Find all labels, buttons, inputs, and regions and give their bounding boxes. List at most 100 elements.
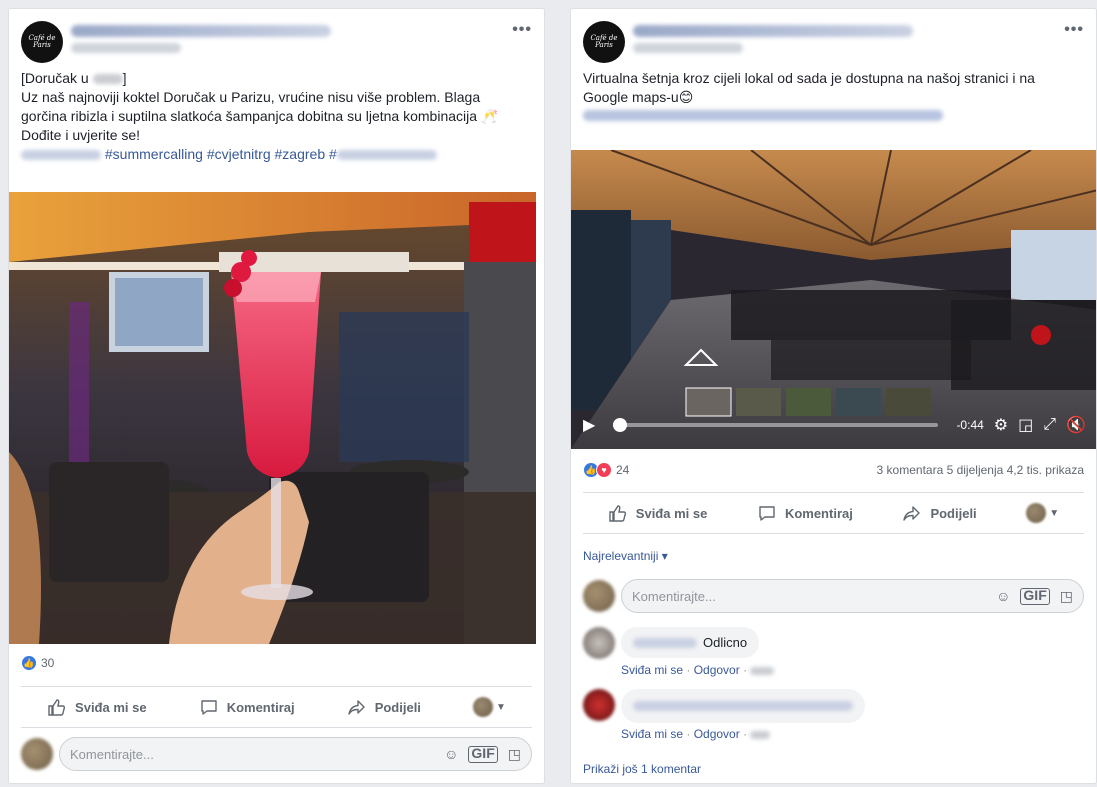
comment-text: Odlicno: [703, 635, 748, 650]
comment-placeholder: Komentirajte...: [70, 746, 154, 762]
post-date-blurred[interactable]: [71, 43, 181, 53]
mute-icon[interactable]: 🔇: [1066, 415, 1086, 435]
like-button[interactable]: Sviđa mi se: [608, 503, 708, 523]
comment-composer: Komentirajte... ☺ GIF ◳: [9, 737, 544, 771]
share-label: Podijeli: [930, 505, 977, 521]
post-text-line1: Virtualna šetnja kroz cijeli lokal od sa…: [583, 70, 1035, 86]
post-date-blurred[interactable]: [633, 43, 743, 53]
post-text-line1-end: ]: [122, 70, 127, 86]
comment-time-blurred: [750, 666, 775, 675]
sticker-icon[interactable]: ◳: [1060, 588, 1073, 605]
avatar: [21, 738, 53, 770]
settings-icon[interactable]: ⚙: [994, 415, 1008, 435]
chevron-down-icon: ▼: [1049, 507, 1060, 519]
page-name-blurred[interactable]: [633, 25, 913, 37]
reactions-summary[interactable]: 👍 ♥ 24: [583, 462, 629, 478]
comment-reply-link[interactable]: Odgovor: [694, 727, 740, 741]
more-options-icon[interactable]: •••: [512, 21, 532, 39]
post-text-line2: Google maps-u😊: [583, 89, 694, 105]
post-text-line4: Dođite i uvjerite se!: [21, 127, 141, 143]
comment-input[interactable]: Komentirajte... ☺ GIF ◳: [59, 737, 532, 771]
audience-selector[interactable]: ▼: [1026, 503, 1059, 523]
like-label: Sviđa mi se: [75, 699, 147, 715]
like-icon: [609, 505, 626, 522]
like-icon: [48, 699, 66, 716]
comment-time-blurred: [750, 730, 771, 739]
page-avatar[interactable]: Café de Paris: [583, 21, 625, 63]
comment-item: Sviđa mi se · Odgovor ·: [571, 689, 1096, 741]
video-scrubber[interactable]: [612, 418, 939, 432]
comment-sort-dropdown[interactable]: Najrelevantniji ▾: [571, 549, 680, 563]
comment-icon: [200, 700, 217, 715]
comment-reply-link[interactable]: Odgovor: [694, 663, 740, 677]
post-header: Café de Paris •••: [9, 9, 544, 69]
reactions-summary[interactable]: 👍 30: [21, 655, 54, 671]
blurred-word: [92, 74, 123, 85]
page-logo-text: Café de Paris: [28, 34, 56, 49]
comment-label: Komentiraj: [226, 699, 295, 715]
post-photo[interactable]: [9, 192, 536, 644]
comment-button[interactable]: Komentiraj: [757, 503, 853, 523]
fullscreen-icon[interactable]: ⤢: [1043, 416, 1056, 434]
engagement-row: 👍 ♥ 24 3 komentara 5 dijeljenja 4,2 tis.…: [583, 462, 1084, 478]
gif-icon[interactable]: GIF: [1020, 587, 1050, 605]
share-icon: [903, 506, 921, 521]
comment-button[interactable]: Komentiraj: [199, 697, 295, 717]
view-more-comments-link[interactable]: Prikaži još 1 komentar: [571, 762, 713, 776]
like-button[interactable]: Sviđa mi se: [47, 697, 147, 717]
post-right: Café de Paris ••• Virtualna šetnja kroz …: [570, 8, 1097, 784]
audience-avatar: [473, 697, 494, 717]
comment-like-link[interactable]: Sviđa mi se: [621, 727, 683, 741]
post-header: Café de Paris •••: [571, 9, 1096, 69]
post-text-line3: gorčina ribizla i suptilna slatkoća šamp…: [21, 108, 499, 124]
post-link-blurred[interactable]: [583, 110, 943, 121]
emoji-icon[interactable]: ☺: [996, 588, 1010, 605]
share-label: Podijeli: [374, 699, 421, 715]
post-left: Café de Paris ••• [Doručak u ] Uz naš na…: [8, 8, 545, 784]
commenter-name-blurred[interactable]: [633, 701, 853, 711]
page-avatar[interactable]: Café de Paris: [21, 21, 63, 63]
audience-avatar: [1026, 503, 1047, 523]
comment-like-link[interactable]: Sviđa mi se: [621, 663, 683, 677]
comment-input[interactable]: Komentirajte... ☺ GIF ◳: [621, 579, 1084, 613]
avatar: [583, 580, 615, 612]
emoji-icon[interactable]: ☺: [444, 746, 458, 763]
scrub-handle[interactable]: [612, 418, 627, 432]
video-player[interactable]: ▶ -0:44 ⚙ ◲ ⤢ 🔇: [571, 150, 1096, 449]
share-icon: [347, 700, 365, 715]
comment-actions: Sviđa mi se · Odgovor ·: [621, 663, 1096, 677]
post-text: [Doručak u ] Uz naš najnoviji koktel Dor…: [9, 69, 544, 164]
commenter-name-blurred[interactable]: [633, 637, 697, 648]
comment-label: Komentiraj: [784, 505, 853, 521]
action-bar: Sviđa mi se Komentiraj Podijeli ▼: [583, 492, 1084, 534]
comment-bubble: [621, 689, 865, 723]
cocktail-photo-illustration: [9, 192, 536, 644]
reaction-count: 24: [616, 463, 630, 477]
post-text-line1: [Doručak u: [21, 70, 93, 86]
gif-icon[interactable]: GIF: [468, 745, 498, 763]
comment-icon: [759, 506, 775, 521]
play-icon[interactable]: ▶: [583, 415, 595, 435]
comment-composer: Komentirajte... ☺ GIF ◳: [571, 579, 1096, 613]
page-logo-text: Café de Paris: [590, 34, 618, 49]
avatar[interactable]: [583, 627, 615, 659]
share-button[interactable]: Podijeli: [902, 503, 977, 523]
page-name-blurred[interactable]: [71, 25, 331, 37]
comment-placeholder: Komentirajte...: [632, 588, 716, 604]
engagement-stats[interactable]: 3 komentara 5 dijeljenja 4,2 tis. prikaz…: [877, 463, 1084, 477]
share-button[interactable]: Podijeli: [347, 697, 421, 717]
like-reaction-icon: 👍: [21, 655, 37, 671]
video-time: -0:44: [956, 418, 984, 432]
avatar[interactable]: [583, 689, 615, 721]
more-options-icon[interactable]: •••: [1064, 21, 1084, 39]
audience-selector[interactable]: ▼: [473, 697, 506, 717]
chevron-down-icon: ▼: [496, 701, 506, 713]
pip-icon[interactable]: ◲: [1018, 415, 1033, 435]
post-text-line2: Uz naš najnoviji koktel Doručak u Parizu…: [21, 89, 481, 105]
action-bar: Sviđa mi se Komentiraj Podijeli ▼: [21, 686, 532, 728]
comment-item: Odlicno Sviđa mi se · Odgovor ·: [571, 627, 1096, 677]
sticker-icon[interactable]: ◳: [508, 746, 521, 763]
hashtags[interactable]: #summercalling #cvjetnitrg #zagreb #: [21, 145, 532, 164]
love-reaction-icon: ♥: [596, 462, 612, 478]
like-label: Sviđa mi se: [635, 505, 708, 521]
